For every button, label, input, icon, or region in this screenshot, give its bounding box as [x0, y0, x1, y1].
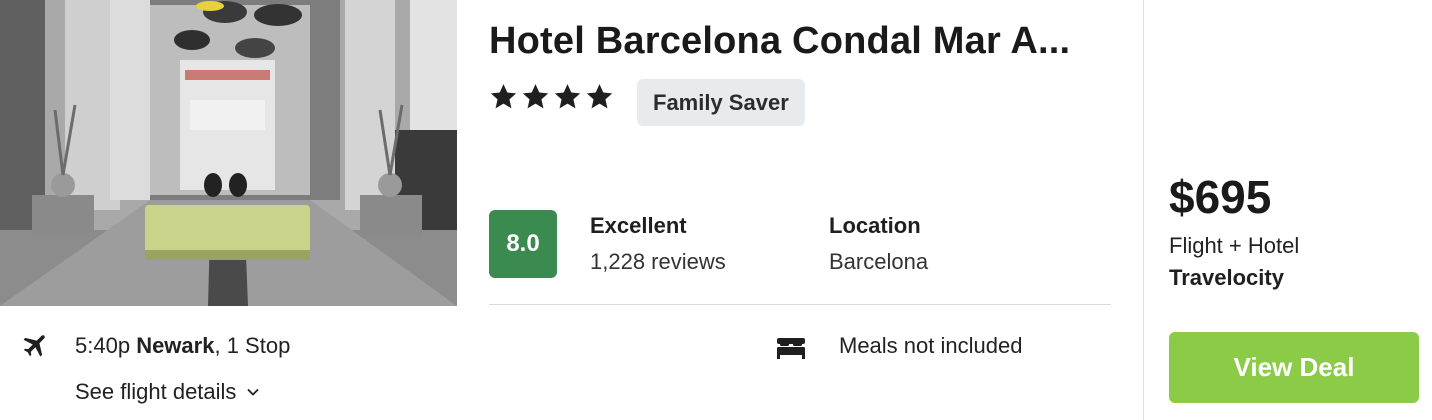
- star-icon: [490, 84, 517, 109]
- section-divider: [489, 304, 1111, 305]
- provider-name: Travelocity: [1169, 265, 1284, 290]
- view-deal-button[interactable]: View Deal: [1169, 332, 1419, 403]
- flight-summary: 5:40p Newark, 1 Stop: [75, 333, 290, 359]
- review-score-badge: 8.0: [489, 210, 557, 278]
- chevron-down-icon: [248, 389, 259, 396]
- location-value: Barcelona: [829, 249, 929, 274]
- column-divider: [1143, 0, 1144, 420]
- package-type: Flight + Hotel: [1169, 233, 1300, 258]
- rating-label: Excellent: [590, 213, 687, 238]
- hotel-name[interactable]: Hotel Barcelona Condal Mar A...: [489, 20, 1109, 63]
- meals-info: Meals not included: [839, 333, 1023, 358]
- star-icon: [522, 84, 549, 109]
- hotel-lobby-image: [0, 0, 457, 306]
- flight-time: 5:40p: [75, 333, 131, 358]
- star-rating: [489, 82, 614, 111]
- review-count: 1,228 reviews: [590, 249, 726, 274]
- family-saver-badge: Family Saver: [637, 79, 805, 126]
- airplane-icon: [23, 335, 45, 357]
- flight-stops: , 1 Stop: [214, 333, 291, 358]
- see-flight-details-link[interactable]: See flight details: [75, 379, 260, 405]
- hotel-photo[interactable]: [0, 0, 457, 306]
- flight-details-label: See flight details: [75, 379, 237, 404]
- bed-icon: [777, 338, 805, 359]
- location-label: Location: [829, 213, 921, 238]
- star-icon: [554, 84, 581, 109]
- hotel-result-card: Hotel Barcelona Condal Mar A... Family S…: [0, 0, 1432, 420]
- flight-origin: Newark: [136, 333, 215, 358]
- star-icon: [586, 84, 613, 109]
- deal-price: $695: [1169, 171, 1272, 223]
